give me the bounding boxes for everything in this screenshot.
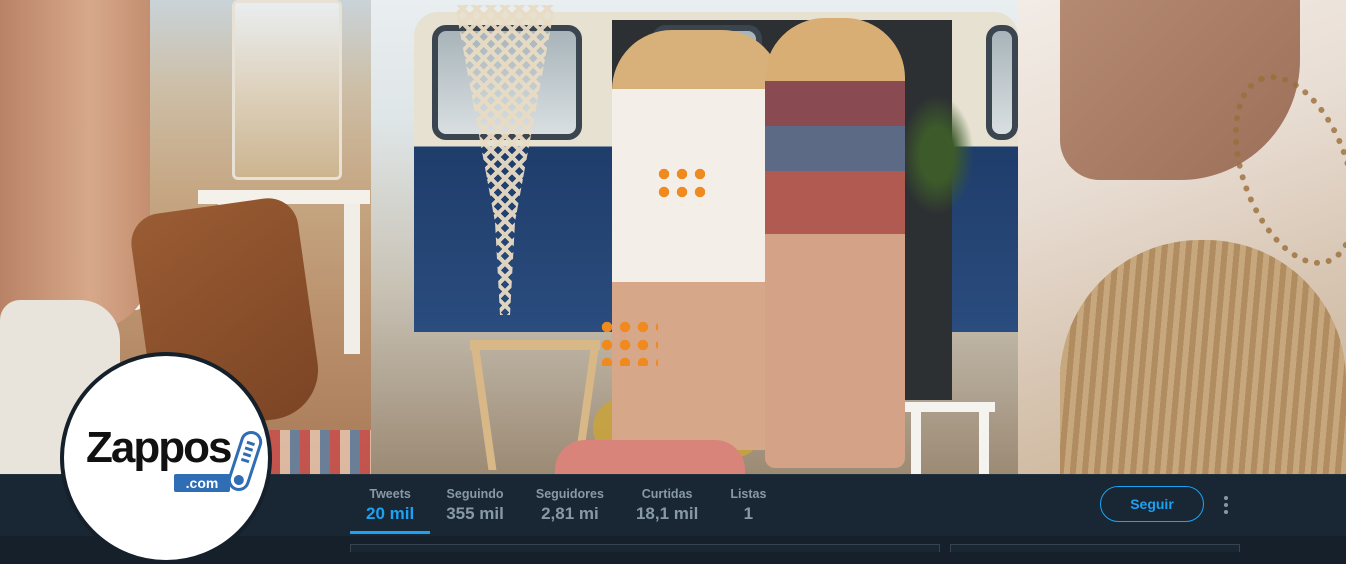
shoe-logo-icon bbox=[224, 428, 266, 494]
stat-followers[interactable]: Seguidores 2,81 mi bbox=[520, 474, 620, 534]
stat-value: 18,1 mil bbox=[635, 504, 699, 523]
logo-wordmark: Zappos bbox=[86, 423, 232, 472]
stat-label: Listas bbox=[730, 487, 767, 501]
model-right-image bbox=[765, 18, 905, 468]
stat-label: Seguidores bbox=[535, 487, 604, 501]
flowers-image bbox=[655, 165, 705, 205]
dot bbox=[1224, 496, 1228, 500]
more-vertical-icon[interactable] bbox=[1216, 490, 1236, 520]
stat-label: Tweets bbox=[369, 487, 411, 501]
stat-value: 20 mil bbox=[366, 504, 415, 523]
stat-value: 355 mil bbox=[446, 504, 504, 523]
van-window bbox=[986, 25, 1018, 140]
stool-image bbox=[905, 402, 995, 474]
flowers-image bbox=[598, 318, 658, 366]
logo-domain: .com bbox=[174, 474, 230, 492]
stat-following[interactable]: Seguindo 355 mil bbox=[430, 474, 520, 534]
plant-image bbox=[897, 90, 977, 220]
stat-label: Curtidas bbox=[641, 487, 693, 501]
stat-tweets[interactable]: Tweets 20 mil bbox=[350, 474, 431, 534]
stat-value: 2,81 mi bbox=[541, 504, 599, 523]
lantern-image bbox=[232, 0, 342, 180]
follow-button[interactable]: Seguir bbox=[1100, 486, 1204, 522]
sidebar-card bbox=[950, 544, 1240, 552]
dot bbox=[1224, 510, 1228, 514]
profile-stats: Tweets 20 mil Seguindo 355 mil Seguidore… bbox=[350, 474, 782, 536]
pillow-image bbox=[555, 440, 745, 474]
timeline-card bbox=[350, 544, 940, 552]
stat-value: 1 bbox=[743, 504, 754, 523]
stat-label: Seguindo bbox=[446, 487, 504, 501]
stat-likes[interactable]: Curtidas 18,1 mil bbox=[620, 474, 714, 534]
model-left-image bbox=[612, 30, 782, 450]
profile-avatar[interactable]: Zappos .com bbox=[60, 352, 272, 564]
zappos-logo: Zappos .com bbox=[86, 423, 266, 496]
dot bbox=[1224, 503, 1228, 507]
leg-image bbox=[0, 0, 150, 330]
stat-lists[interactable]: Listas 1 bbox=[714, 474, 782, 534]
